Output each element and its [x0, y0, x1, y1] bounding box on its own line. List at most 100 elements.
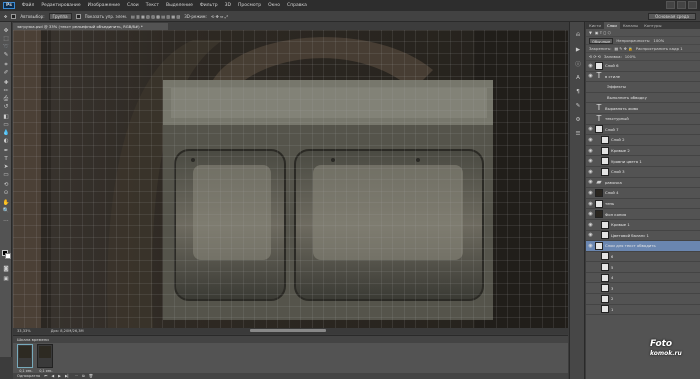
- layer-row[interactable]: ◉ Фон копия: [586, 209, 700, 220]
- background-color-swatch[interactable]: [5, 253, 11, 259]
- visibility-eye-icon[interactable]: ◉: [586, 126, 595, 132]
- quick-select-tool-icon[interactable]: ✎: [2, 52, 10, 58]
- loop-dropdown[interactable]: Однократно: [17, 373, 40, 379]
- properties-panel-icon[interactable]: ☰: [574, 130, 582, 137]
- visibility-eye-icon[interactable]: ◉: [586, 158, 595, 164]
- layer-name[interactable]: Выполнить обводку: [607, 95, 647, 100]
- zoom-tool-icon[interactable]: 🔍: [2, 208, 10, 214]
- document-canvas[interactable]: [13, 30, 568, 328]
- visibility-eye-icon[interactable]: ◉: [586, 137, 595, 143]
- visibility-eye-icon[interactable]: ◉: [586, 179, 595, 185]
- duplicate-frame-icon[interactable]: ⧉: [82, 373, 85, 379]
- first-frame-icon[interactable]: ⏮: [44, 373, 47, 379]
- layer-row[interactable]: ◉ Слой 3: [586, 167, 700, 178]
- layer-row[interactable]: 6: [586, 252, 700, 263]
- blur-tool-icon[interactable]: 💧: [2, 130, 10, 136]
- layer-row[interactable]: ◉ Tв стиле: [586, 72, 700, 83]
- layer-name[interactable]: Цветовой баланс 1: [611, 233, 649, 238]
- quick-mask-icon[interactable]: ◙: [2, 266, 10, 272]
- menu-help[interactable]: Справка: [287, 3, 307, 8]
- layer-name[interactable]: 2: [611, 296, 613, 301]
- stamp-tool-icon[interactable]: ⎙: [2, 96, 10, 102]
- timeline-frame-2[interactable]: 0,1 сек.: [37, 344, 53, 373]
- info-panel-icon[interactable]: ⓘ: [574, 60, 582, 68]
- align-icons[interactable]: ▤ ▥ ▦ ▧ ▨ ▩ ▤ ▥ ▦ ▧: [131, 14, 180, 19]
- layer-row[interactable]: ◉ Слой 4: [586, 188, 700, 199]
- layer-name[interactable]: Слой 4: [605, 190, 619, 195]
- paragraph-panel-icon[interactable]: ¶: [574, 88, 582, 95]
- menu-3d[interactable]: 3D: [225, 3, 231, 8]
- tab-paths[interactable]: Контуры: [641, 22, 664, 29]
- document-tab[interactable]: загрузка.psd @ 33% (текст рельефный объе…: [13, 23, 168, 30]
- visibility-eye-icon[interactable]: ◉: [586, 148, 595, 154]
- zoom-readout[interactable]: 33,33%: [17, 328, 31, 334]
- visibility-eye-icon[interactable]: ◉: [586, 169, 595, 175]
- minimize-button[interactable]: [666, 1, 675, 9]
- layer-row[interactable]: T Выравнять живо: [586, 103, 700, 114]
- autoselect-checkbox[interactable]: [11, 13, 17, 19]
- kind-filter-icon[interactable]: ▼: [589, 30, 592, 35]
- hand-tool-icon[interactable]: ✋: [2, 200, 10, 206]
- visibility-eye-icon[interactable]: ◉: [586, 63, 595, 69]
- layer-row[interactable]: ◉ тень: [586, 199, 700, 210]
- layer-name[interactable]: рамочка: [605, 180, 622, 185]
- delete-frame-icon[interactable]: 🗑: [89, 373, 94, 379]
- fill-value[interactable]: 100%: [625, 54, 636, 59]
- layer-row[interactable]: Эффекты: [586, 82, 700, 93]
- menu-select[interactable]: Выделение: [166, 3, 193, 8]
- layer-name[interactable]: Фон копия: [605, 212, 626, 217]
- opacity-value[interactable]: 100%: [653, 38, 664, 43]
- layer-name[interactable]: Слой 2: [611, 137, 625, 142]
- layer-row[interactable]: 5: [586, 262, 700, 273]
- propagate-label[interactable]: Распространить кадр 1: [636, 46, 683, 51]
- tab-layers[interactable]: Слои: [603, 22, 620, 29]
- 3d-rotate-tool-icon[interactable]: ⟲: [2, 182, 10, 188]
- pen-tool-icon[interactable]: ✒: [2, 148, 10, 154]
- layer-name[interactable]: Выравнять живо: [605, 106, 638, 111]
- gradient-tool-icon[interactable]: ▭: [2, 122, 10, 128]
- layer-row[interactable]: ◉ Слои для текст обводить: [586, 241, 700, 252]
- menu-layers[interactable]: Слои: [127, 3, 139, 8]
- layer-name[interactable]: Слой 7: [605, 127, 619, 132]
- layer-row[interactable]: 4: [586, 273, 700, 284]
- layer-name[interactable]: 1: [611, 307, 613, 312]
- lasso-tool-icon[interactable]: ➰: [2, 44, 10, 50]
- prev-frame-icon[interactable]: ◀: [51, 373, 54, 379]
- workspace-dropdown[interactable]: Основная среда: [648, 12, 696, 20]
- 3d-mode-icons[interactable]: ⟲ ✥ ⇔ ⤢: [211, 14, 228, 19]
- layer-name[interactable]: Кривые 1: [611, 222, 630, 227]
- shape-tool-icon[interactable]: ▭: [2, 172, 10, 178]
- menu-edit[interactable]: Редактирование: [41, 3, 80, 8]
- menu-filter[interactable]: Фильтр: [200, 3, 218, 8]
- horizontal-scrollbar[interactable]: [250, 329, 326, 332]
- visibility-eye-icon[interactable]: ◉: [586, 232, 595, 238]
- layer-row[interactable]: ◉ Слой 2: [586, 135, 700, 146]
- tab-channels[interactable]: Каналы: [620, 22, 641, 29]
- type-tool-icon[interactable]: T: [2, 156, 10, 162]
- extras-icon[interactable]: ⋯: [2, 218, 10, 224]
- dodge-tool-icon[interactable]: ◐: [2, 138, 10, 144]
- brush-presets-icon[interactable]: ✎: [574, 102, 582, 109]
- layer-name[interactable]: 4: [611, 275, 613, 280]
- layer-row[interactable]: ◉ ▰ рамочка: [586, 178, 700, 189]
- layer-row[interactable]: ◉ Слой 6: [586, 61, 700, 72]
- visibility-eye-icon[interactable]: ◉: [586, 222, 595, 228]
- menu-image[interactable]: Изображение: [88, 3, 120, 8]
- visibility-eye-icon[interactable]: ◉: [586, 201, 595, 207]
- transform-controls-checkbox[interactable]: [75, 13, 81, 19]
- tool-presets-icon[interactable]: ⚙: [574, 116, 582, 123]
- close-button[interactable]: [688, 1, 697, 9]
- layer-row[interactable]: ◉ Кривые 1: [586, 220, 700, 231]
- layer-name[interactable]: текстурный: [605, 116, 629, 121]
- layer-row[interactable]: ◉ Уровни цвета 1: [586, 156, 700, 167]
- play-icon[interactable]: ▶: [58, 373, 61, 379]
- tab-brushes[interactable]: Кисти: [586, 22, 604, 29]
- layer-name[interactable]: Уровни цвета 1: [611, 159, 642, 164]
- crop-tool-icon[interactable]: ⌗: [2, 62, 10, 68]
- eraser-tool-icon[interactable]: ◧: [2, 114, 10, 120]
- lock-icons[interactable]: ▦ ✎ ✥ 🔒: [614, 46, 632, 51]
- 3d-camera-tool-icon[interactable]: ⊙: [2, 190, 10, 196]
- layer-name[interactable]: тень: [605, 201, 614, 206]
- layer-name[interactable]: 3: [611, 286, 613, 291]
- timeline-frame-1[interactable]: 0,1 сек.: [17, 344, 33, 373]
